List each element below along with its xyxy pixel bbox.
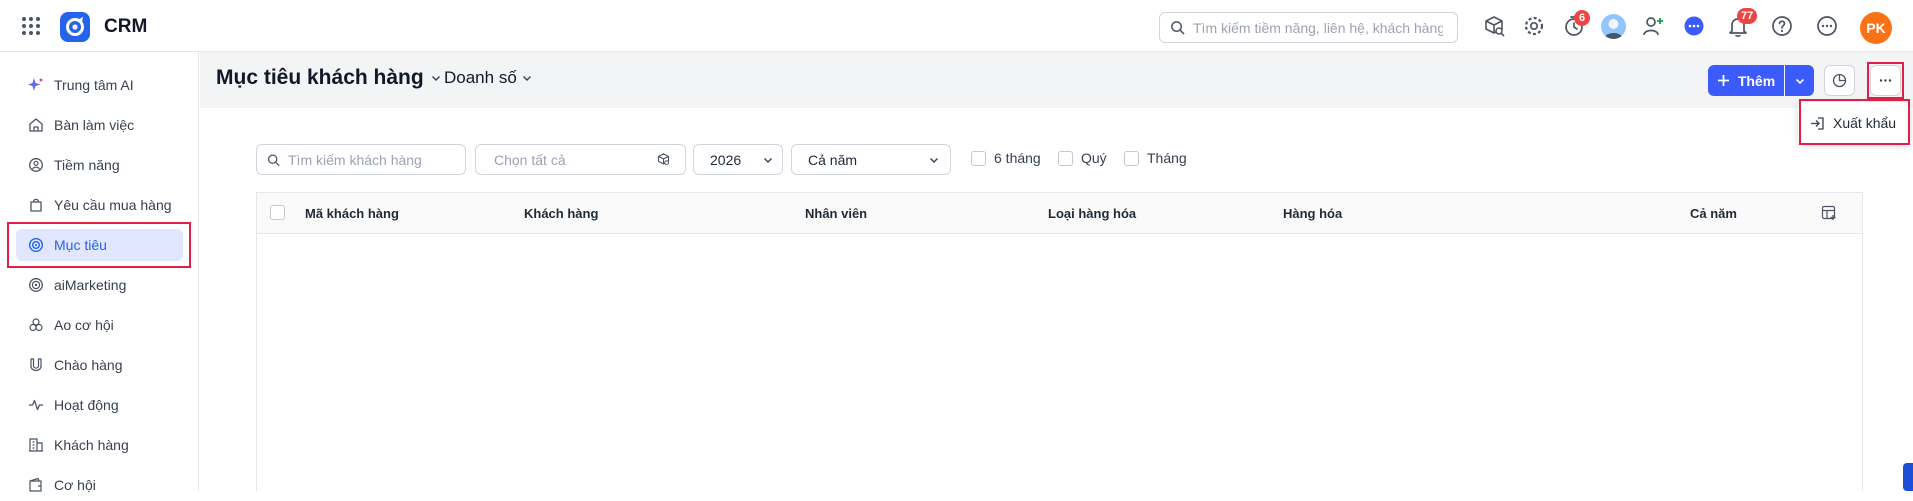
checkbox-box[interactable]	[1124, 150, 1139, 166]
crm-logo[interactable]	[60, 12, 90, 42]
report-button[interactable]	[1824, 65, 1855, 96]
sidebar-item-label: aiMarketing	[54, 277, 127, 293]
sidebar-item-quotes[interactable]: Chào hàng	[16, 349, 183, 381]
box-search-icon[interactable]	[1482, 14, 1506, 38]
app-name: CRM	[104, 16, 148, 37]
column-header-product-type[interactable]: Loại hàng hóa	[1048, 206, 1136, 221]
column-header-customer[interactable]: Khách hàng	[524, 206, 598, 221]
user-profile-avatar[interactable]: PK	[1860, 12, 1892, 44]
checkbox-quarter[interactable]: Quý	[1058, 150, 1107, 166]
column-header-employee[interactable]: Nhân viên	[805, 206, 867, 221]
radar-icon	[29, 278, 43, 292]
column-header-product[interactable]: Hàng hóa	[1283, 206, 1342, 221]
app-grid-icon[interactable]	[20, 15, 42, 37]
checkbox-label: Tháng	[1147, 150, 1187, 166]
global-search-input[interactable]	[1191, 18, 1445, 37]
chevron-down-icon	[1795, 78, 1804, 84]
add-options-button[interactable]	[1785, 65, 1814, 96]
sidebar-item-ai-center[interactable]: Trung tâm AI	[16, 69, 183, 101]
period-select[interactable]: Cả năm	[791, 144, 951, 175]
bag-icon	[30, 198, 42, 212]
plus-icon	[1717, 75, 1729, 86]
highlight-box-more-actions	[1867, 62, 1904, 99]
more-options-icon[interactable]	[1815, 14, 1839, 38]
chevron-down-icon	[522, 76, 531, 81]
sidebar-item-opportunity-pool[interactable]: Ao cơ hội	[16, 309, 183, 341]
column-header-full-year[interactable]: Cả năm	[1690, 206, 1737, 221]
sidebar: Trung tâm AI Bàn làm việc Tiềm năng Yêu …	[0, 52, 199, 493]
gear-icon[interactable]	[1522, 14, 1546, 38]
sidebar-item-aimarketing[interactable]: aiMarketing	[16, 269, 183, 301]
year-select-value: 2026	[710, 151, 742, 168]
customer-search-field[interactable]	[256, 144, 466, 175]
support-chat-tab[interactable]	[1903, 463, 1913, 491]
chat-icon[interactable]	[1682, 14, 1706, 38]
sidebar-item-label: Yêu cầu mua hàng	[54, 197, 172, 213]
sidebar-item-label: Chào hàng	[54, 357, 123, 373]
checkbox-six-months[interactable]: 6 tháng	[971, 150, 1041, 166]
top-bar: CRM 6 77	[0, 0, 1913, 52]
add-button-label: Thêm	[1737, 72, 1776, 89]
sidebar-item-opportunities[interactable]: Cơ hội	[16, 469, 183, 501]
sidebar-item-label: Ao cơ hội	[54, 317, 114, 333]
checkbox-month[interactable]: Tháng	[1124, 150, 1187, 166]
building-icon	[29, 438, 43, 452]
add-contact-icon[interactable]	[1641, 14, 1665, 38]
pie-chart-icon	[1832, 73, 1847, 88]
checkbox-label: 6 tháng	[994, 150, 1041, 166]
search-icon	[1171, 21, 1185, 35]
sidebar-item-label: Khách hàng	[54, 437, 129, 453]
pool-icon	[29, 318, 43, 332]
page-title: Mục tiêu khách hàng	[216, 66, 424, 89]
sidebar-item-activities[interactable]: Hoạt động	[16, 389, 183, 421]
select-all-input[interactable]	[492, 150, 656, 169]
sidebar-item-leads[interactable]: Tiềm năng	[16, 149, 183, 181]
checkbox-box[interactable]	[1058, 150, 1073, 166]
search-icon	[267, 153, 280, 166]
sparkle-icon	[28, 78, 43, 91]
chevron-down-icon	[432, 76, 440, 81]
sidebar-item-workspace[interactable]: Bàn làm việc	[16, 109, 183, 141]
highlight-box-targets	[7, 222, 191, 268]
checkbox-label: Quý	[1081, 150, 1107, 166]
chevron-down-icon	[930, 157, 938, 163]
global-search[interactable]	[1159, 12, 1458, 43]
sidebar-item-label: Bàn làm việc	[54, 117, 135, 133]
add-button[interactable]: Thêm	[1708, 65, 1784, 96]
user-avatar[interactable]	[1601, 14, 1626, 39]
checkbox-box[interactable]	[971, 150, 986, 166]
sidebar-item-label: Hoạt động	[54, 397, 119, 413]
home-icon	[29, 118, 43, 132]
sidebar-item-customers[interactable]: Khách hàng	[16, 429, 183, 461]
select-all-picker[interactable]	[475, 144, 686, 175]
targets-table: Mã khách hàng Khách hàng Nhân viên Loại …	[256, 192, 1863, 491]
main-content: Mục tiêu khách hàng Doanh số Thêm Xuất k…	[200, 52, 1913, 491]
highlight-box-export	[1799, 99, 1910, 145]
magnet-icon	[30, 358, 42, 372]
table-header: Mã khách hàng Khách hàng Nhân viên Loại …	[257, 193, 1862, 234]
target-type-dropdown[interactable]: Doanh số	[430, 68, 533, 88]
select-all-rows-checkbox[interactable]	[270, 205, 285, 220]
timer-badge: 6	[1574, 10, 1590, 26]
column-header-customer-code[interactable]: Mã khách hàng	[305, 206, 399, 221]
target-type-value: Doanh số	[444, 68, 517, 87]
box-search-icon	[657, 153, 670, 165]
notification-badge: 77	[1737, 8, 1758, 24]
year-select[interactable]: 2026	[693, 144, 783, 175]
sidebar-item-purchase-requests[interactable]: Yêu cầu mua hàng	[16, 189, 183, 221]
column-settings-icon[interactable]	[1821, 205, 1837, 221]
period-select-value: Cả năm	[808, 151, 858, 168]
sidebar-item-label: Trung tâm AI	[54, 77, 134, 93]
sidebar-item-label: Tiềm năng	[54, 157, 120, 173]
chevron-down-icon	[764, 157, 772, 163]
user-avatar-icon	[1604, 19, 1623, 39]
help-icon[interactable]	[1770, 14, 1794, 38]
activity-icon	[29, 399, 43, 411]
lead-icon	[29, 158, 43, 172]
customer-search-input[interactable]	[286, 150, 465, 169]
